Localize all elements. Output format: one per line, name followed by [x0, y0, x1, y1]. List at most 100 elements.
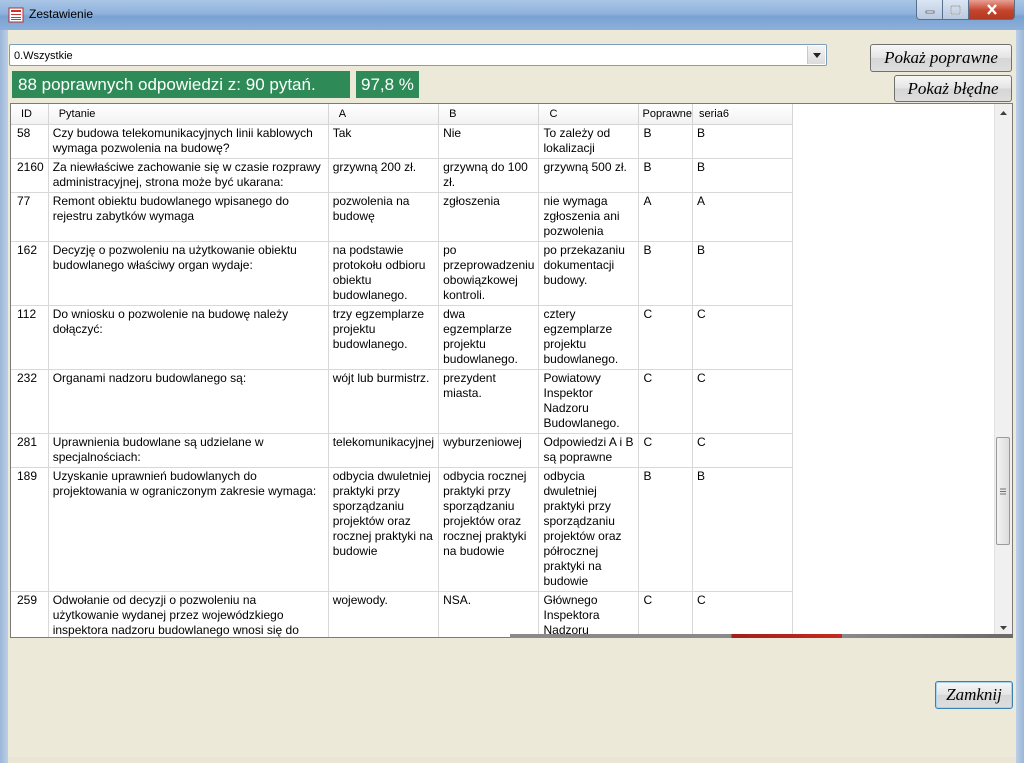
app-icon	[8, 7, 24, 23]
minimize-button[interactable]	[916, 0, 943, 20]
cell-a: pozwolenia na budowę	[328, 192, 440, 242]
header-row: ID Pytanie A B C Poprawne seria6	[11, 104, 794, 125]
minimize-icon	[925, 10, 934, 13]
score-summary: 88 poprawnych odpowiedzi z: 90 pytań.	[12, 71, 350, 98]
cell-correct: A	[638, 192, 694, 242]
cell-correct: B	[638, 124, 694, 159]
cell-correct: B	[638, 158, 694, 193]
table-row[interactable]: 2160 Za niewłaściwe zachowanie się w czas…	[11, 158, 794, 193]
cell-series: B	[692, 158, 794, 193]
cell-a: telekomunikacyjnej	[328, 433, 440, 468]
close-button[interactable]: Zamknij	[935, 681, 1013, 709]
window-frame-right	[1016, 30, 1024, 763]
cell-correct: C	[638, 433, 694, 468]
cell-correct: B	[638, 467, 694, 592]
cell-question: Uprawnienia budowlane są udzielane w spe…	[48, 433, 329, 468]
cell-series: B	[692, 467, 794, 592]
results-grid[interactable]: ID Pytanie A B C Poprawne seria6 58 Czy b…	[10, 103, 1013, 638]
scroll-up-icon[interactable]	[995, 106, 1012, 120]
column-header-correct[interactable]: Poprawne	[638, 104, 694, 125]
cell-c: To zależy od lokalizacji	[538, 124, 640, 159]
title-bar[interactable]: Zestawienie	[0, 0, 1024, 30]
cell-series: C	[692, 433, 794, 468]
cell-a: trzy egzemplarze projektu budowlanego.	[328, 305, 440, 370]
cell-id: 162	[11, 241, 49, 306]
cell-c: odbycia dwuletniej praktyki przy sporząd…	[538, 467, 640, 592]
cell-id: 112	[11, 305, 49, 370]
table-row[interactable]: 58 Czy budowa telekomunikacyjnych linii k…	[11, 124, 794, 159]
table-row[interactable]: 162 Decyzję o pozwoleniu na użytkowanie o…	[11, 241, 794, 306]
cell-id: 259	[11, 591, 49, 637]
cell-id: 2160	[11, 158, 49, 193]
cell-series: B	[692, 124, 794, 159]
column-header-question[interactable]: Pytanie	[48, 104, 329, 125]
column-header-id[interactable]: ID	[11, 104, 49, 125]
table-row[interactable]: 77 Remont obiektu budowlanego wpisanego d…	[11, 192, 794, 242]
cell-question: Uzyskanie uprawnień budowlanych do proje…	[48, 467, 329, 592]
close-window-button[interactable]	[968, 0, 1015, 20]
cell-id: 189	[11, 467, 49, 592]
cell-b: NSA.	[438, 591, 540, 637]
scrollbar-thumb[interactable]	[996, 437, 1010, 545]
grip-icon	[1000, 488, 1006, 494]
results-table: ID Pytanie A B C Poprawne seria6 58 Czy b…	[11, 104, 794, 637]
table-row[interactable]: 189 Uzyskanie uprawnień budowlanych do pr…	[11, 467, 794, 592]
cell-question: Czy budowa telekomunikacyjnych linii kab…	[48, 124, 329, 159]
chevron-down-icon[interactable]	[807, 46, 825, 64]
cell-series: C	[692, 305, 794, 370]
window-title: Zestawienie	[29, 7, 94, 21]
table-row[interactable]: 112 Do wniosku o pozwolenie na budowę nal…	[11, 305, 794, 370]
cell-id: 58	[11, 124, 49, 159]
cell-series: C	[692, 591, 794, 637]
column-header-series[interactable]: seria6	[692, 104, 794, 125]
cell-b: dwa egzemplarze projektu budowlanego.	[438, 305, 540, 370]
cell-c: grzywną 500 zł.	[538, 158, 640, 193]
cell-question: Organami nadzoru budowlanego są:	[48, 369, 329, 434]
close-icon	[986, 4, 997, 15]
cell-question: Za niewłaściwe zachowanie się w czasie r…	[48, 158, 329, 193]
table-row[interactable]: 259 Odwołanie od decyzji o pozwoleniu na …	[11, 591, 794, 637]
cell-c: Powiatowy Inspektor Nadzoru Budowlanego.	[538, 369, 640, 434]
cell-correct: C	[638, 591, 694, 637]
cell-c: cztery egzemplarze projektu budowlanego.	[538, 305, 640, 370]
column-header-c[interactable]: C	[538, 104, 640, 125]
show-correct-button[interactable]: Pokaż poprawne	[870, 44, 1012, 72]
cell-correct: B	[638, 241, 694, 306]
cell-b: zgłoszenia	[438, 192, 540, 242]
horizontal-scrollbar[interactable]	[510, 634, 1013, 638]
cell-correct: C	[638, 369, 694, 434]
maximize-icon	[950, 4, 961, 15]
cell-correct: C	[638, 305, 694, 370]
column-header-b[interactable]: B	[438, 104, 540, 125]
cell-id: 281	[11, 433, 49, 468]
cell-c: po przekazaniu dokumentacji budowy.	[538, 241, 640, 306]
cell-a: na podstawie protokołu odbioru obiektu b…	[328, 241, 440, 306]
cell-series: B	[692, 241, 794, 306]
score-percent: 97,8 %	[356, 71, 419, 98]
cell-b: wyburzeniowej	[438, 433, 540, 468]
cell-a: wojewody.	[328, 591, 440, 637]
cell-b: prezydent miasta.	[438, 369, 540, 434]
column-header-a[interactable]: A	[328, 104, 440, 125]
show-wrong-button[interactable]: Pokaż błędne	[894, 75, 1012, 102]
cell-id: 77	[11, 192, 49, 242]
cell-b: odbycia rocznej praktyki przy sporządzan…	[438, 467, 540, 592]
cell-question: Decyzję o pozwoleniu na użytkowanie obie…	[48, 241, 329, 306]
cell-c: Odpowiedzi A i B są poprawne	[538, 433, 640, 468]
filter-dropdown-value: 0.Wszystkie	[14, 50, 73, 62]
cell-series: A	[692, 192, 794, 242]
table-body: 58 Czy budowa telekomunikacyjnych linii k…	[11, 124, 794, 637]
cell-b: po przeprowadzeniu obowiązkowej kontroli…	[438, 241, 540, 306]
cell-question: Odwołanie od decyzji o pozwoleniu na uży…	[48, 591, 329, 637]
maximize-button[interactable]	[942, 0, 969, 20]
scroll-down-icon[interactable]	[995, 621, 1012, 635]
cell-b: Nie	[438, 124, 540, 159]
table-row[interactable]: 232 Organami nadzoru budowlanego są: wójt …	[11, 369, 794, 434]
cell-question: Remont obiektu budowlanego wpisanego do …	[48, 192, 329, 242]
cell-a: Tak	[328, 124, 440, 159]
cell-a: grzywną 200 zł.	[328, 158, 440, 193]
vertical-scrollbar[interactable]	[994, 104, 1012, 637]
table-row[interactable]: 281 Uprawnienia budowlane są udzielane w …	[11, 433, 794, 468]
window-frame-left	[0, 30, 8, 763]
filter-dropdown[interactable]: 0.Wszystkie	[9, 44, 827, 66]
